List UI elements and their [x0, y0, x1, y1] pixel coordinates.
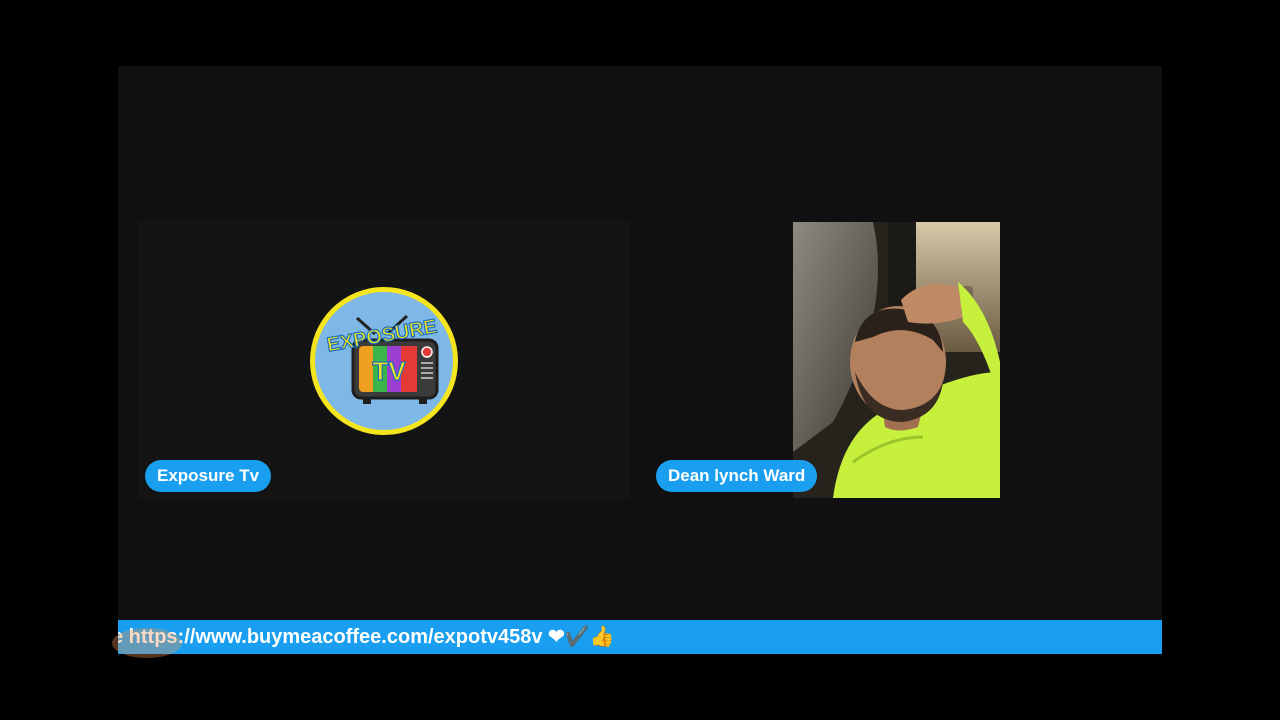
logo-subtitle-text: TV [372, 356, 406, 386]
participant-name-label: Dean lynch Ward [656, 460, 818, 492]
donation-ticker: e https://www.buymeacoffee.com/expotv458… [118, 620, 1162, 654]
participant-video[interactable] [793, 222, 1000, 498]
exposure-tv-logo: EXPOSURE TV [310, 287, 458, 435]
ticker-text[interactable]: e https://www.buymeacoffee.com/expotv458… [118, 620, 615, 654]
participant-name-label: Exposure Tv [145, 460, 272, 492]
corner-overlay [112, 628, 182, 658]
